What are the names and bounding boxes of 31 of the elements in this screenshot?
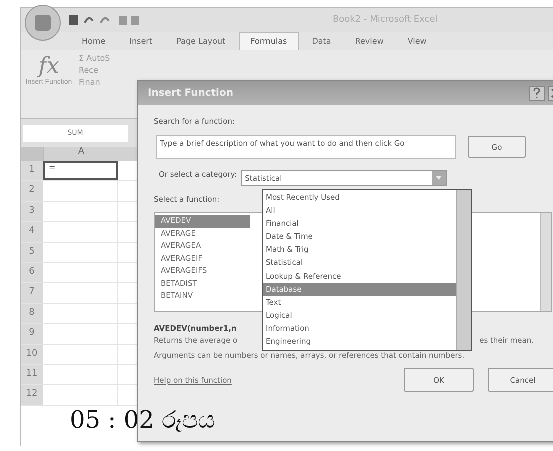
row-header[interactable]: 2 [21, 181, 43, 201]
ribbon-tab[interactable]: Formulas [238, 32, 300, 50]
ribbon-tab[interactable]: Home [71, 32, 117, 50]
scrollbar[interactable] [456, 190, 471, 350]
row-header[interactable]: 3 [21, 202, 43, 222]
ribbon-tab[interactable]: View [396, 32, 438, 50]
row-header[interactable]: 12 [21, 385, 43, 405]
financial-button[interactable]: Finan [79, 78, 110, 87]
figure-caption: 05 : 02 රූපය [70, 406, 216, 434]
select-all-corner[interactable] [21, 147, 43, 161]
office-button[interactable] [25, 5, 61, 41]
help-icon[interactable] [529, 86, 545, 100]
scrollbar[interactable] [540, 213, 551, 311]
ribbon-tab[interactable]: Insert [118, 32, 164, 50]
row-header[interactable]: 1 [21, 161, 43, 180]
row-header[interactable]: 6 [21, 262, 43, 282]
row-header[interactable]: 8 [21, 304, 43, 324]
table-cell[interactable]: = [43, 161, 118, 180]
dialog-title: Insert Function [148, 88, 234, 98]
row-header[interactable]: 4 [21, 222, 43, 242]
ribbon-tab[interactable]: Page Layout [166, 32, 237, 50]
ribbon-tab[interactable]: Review [344, 32, 395, 50]
autosum-button[interactable]: Σ AutoS [79, 54, 110, 63]
row-header[interactable]: 10 [21, 344, 43, 364]
column-header[interactable]: A [43, 147, 119, 161]
ribbon-tab[interactable]: Data [301, 32, 342, 50]
row-header[interactable]: 5 [21, 242, 43, 262]
recent-button[interactable]: Rece [79, 66, 110, 75]
row-header[interactable]: 7 [21, 283, 43, 303]
row-header[interactable]: 11 [21, 364, 43, 384]
row-header[interactable]: 9 [21, 324, 43, 344]
